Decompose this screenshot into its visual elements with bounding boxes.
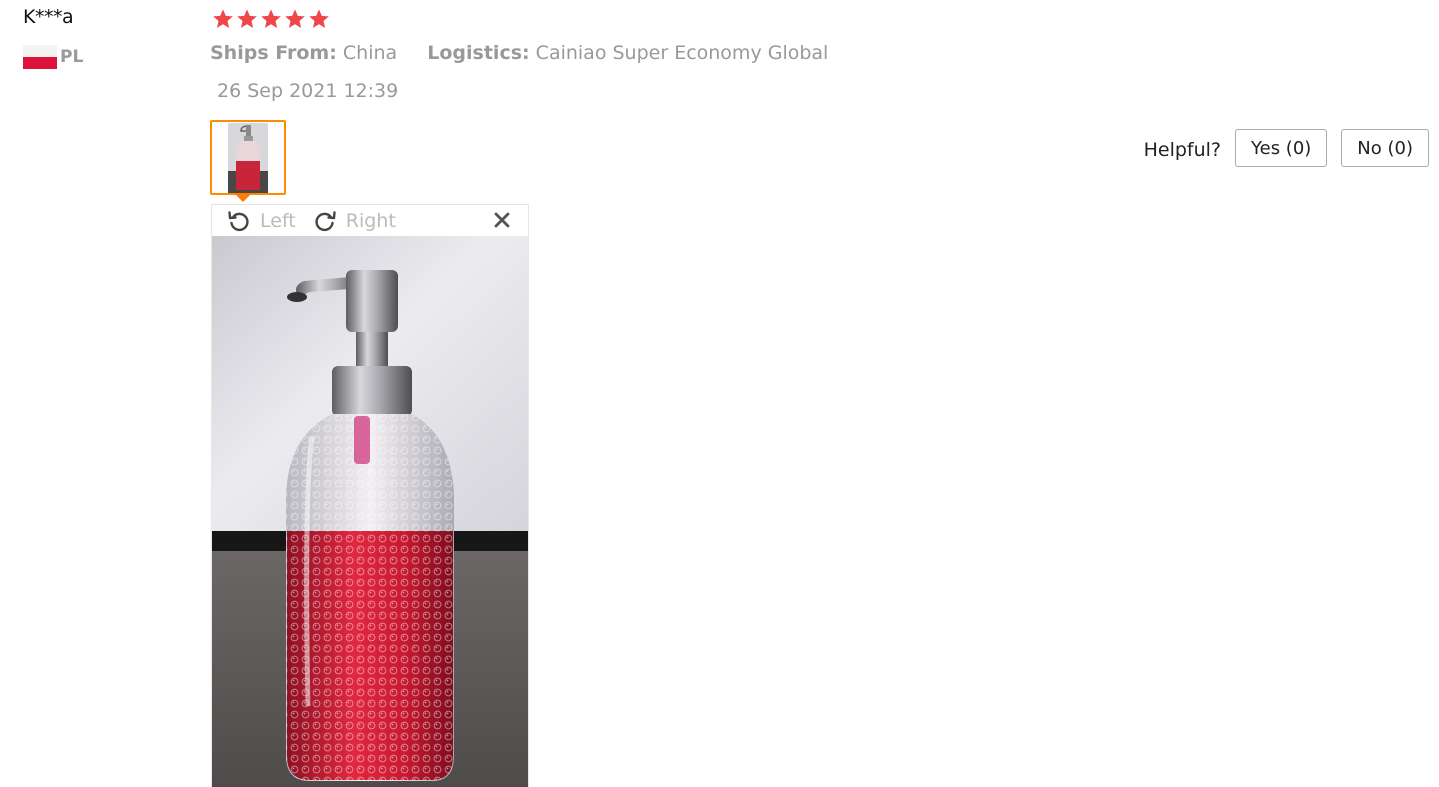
logistics-value: Cainiao Super Economy Global (535, 42, 829, 64)
star-icon (213, 9, 233, 28)
review-item: K***a PL Ships From: China Logistics: Ca… (0, 0, 1439, 787)
shipping-info: Ships From: China Logistics: Cainiao Sup… (210, 42, 828, 64)
helpful-yes-button[interactable]: Yes (0) (1235, 129, 1328, 167)
star-icon (237, 9, 257, 28)
logistics-label: Logistics: (427, 42, 530, 64)
photo-viewer: Left Right (211, 204, 529, 787)
thumbnail-image (228, 122, 268, 193)
ships-from-label: Ships From: (210, 42, 337, 64)
reviewer-name: K***a (23, 6, 74, 28)
star-icon (285, 9, 305, 28)
rotate-right-label: Right (345, 209, 396, 232)
helpful-no-button[interactable]: No (0) (1341, 129, 1429, 167)
star-icon (261, 9, 281, 28)
rotate-right-button[interactable]: Right (312, 208, 396, 234)
rotate-left-label: Left (260, 209, 296, 232)
helpful-vote: Helpful? Yes (0) No (0) (1144, 129, 1429, 167)
thumbnail-pointer (234, 193, 252, 202)
country-code: PL (60, 47, 84, 67)
review-photo-thumbnail[interactable] (210, 120, 286, 195)
review-date: 26 Sep 2021 12:39 (217, 80, 399, 102)
ships-from-value: China (342, 42, 398, 64)
rotate-left-icon (228, 210, 249, 231)
photo-viewer-toolbar: Left Right (212, 205, 528, 236)
helpful-label: Helpful? (1143, 139, 1222, 161)
reviewer-country: PL (23, 45, 83, 69)
flag-pl-icon (23, 45, 57, 69)
rotate-left-button[interactable]: Left (226, 208, 296, 234)
rotate-right-icon (315, 210, 336, 231)
star-rating (212, 8, 330, 30)
star-icon (309, 9, 329, 28)
review-photo-large (212, 236, 528, 787)
close-icon[interactable] (493, 211, 511, 229)
